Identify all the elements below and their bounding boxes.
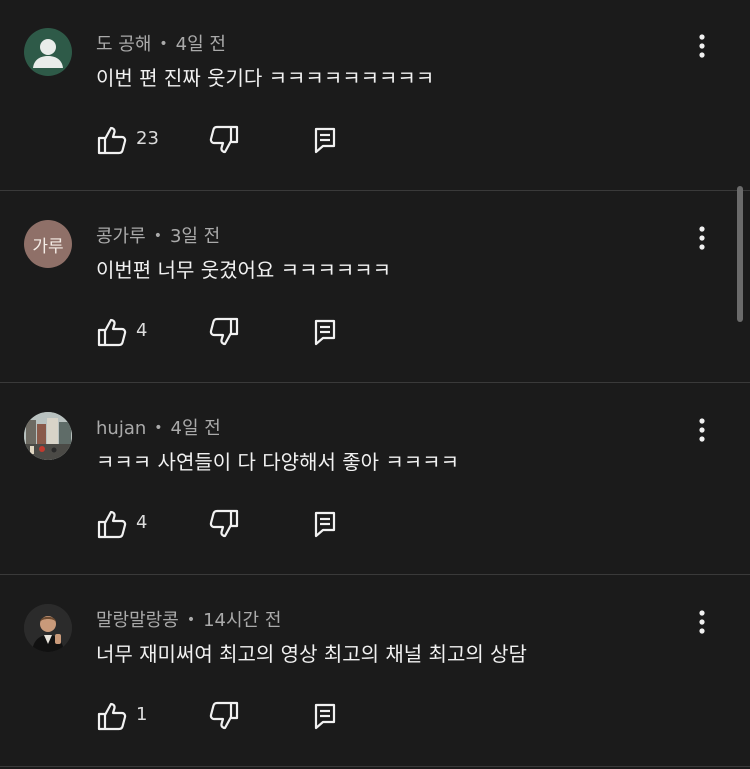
meta-separator: • — [154, 420, 163, 436]
more-options-button[interactable] — [690, 418, 714, 442]
avatar[interactable] — [24, 28, 72, 76]
like-count: 1 — [136, 704, 148, 725]
author-name[interactable]: hujan — [96, 418, 146, 439]
reply-button[interactable] — [312, 702, 338, 730]
dislike-button[interactable] — [208, 124, 240, 156]
like-button[interactable] — [96, 124, 128, 156]
avatar-initials: 가루 — [32, 236, 64, 257]
person-silhouette-icon — [33, 39, 63, 68]
more-options-button[interactable] — [690, 610, 714, 634]
reply-button[interactable] — [312, 510, 338, 538]
thumbs-up-icon — [97, 702, 127, 731]
comment-item: 도 공해 • 4일 전 이번 편 진짜 웃기다 ㅋㅋㅋㅋㅋㅋㅋㅋㅋ 23 — [0, 0, 750, 191]
meta-separator: • — [153, 228, 162, 244]
reply-icon — [314, 703, 336, 730]
reply-icon — [314, 127, 336, 154]
vertical-dots-icon — [699, 610, 705, 634]
scrollbar-thumb[interactable] — [737, 186, 743, 322]
like-count: 4 — [136, 320, 148, 341]
comment-time[interactable]: 3일 전 — [170, 226, 220, 247]
like-count: 4 — [136, 512, 148, 533]
dislike-button[interactable] — [208, 316, 240, 348]
thumbs-up-icon — [97, 318, 127, 347]
like-button[interactable] — [96, 316, 128, 348]
avatar[interactable]: 가루 — [24, 220, 72, 268]
author-name[interactable]: 콩가루 — [96, 226, 146, 247]
author-name[interactable]: 도 공해 — [96, 34, 151, 55]
comment-item: hujan • 4일 전 ㅋㅋㅋ 사연들이 다 다양해서 좋아 ㅋㅋㅋㅋ 4 — [0, 384, 750, 575]
more-options-button[interactable] — [690, 226, 714, 250]
person-photo-icon — [24, 604, 72, 652]
comment-item: 가루 콩가루 • 3일 전 이번편 너무 웃겼어요 ㅋㅋㅋㅋㅋㅋ 4 — [0, 192, 750, 383]
street-photo-icon — [24, 412, 72, 460]
comment-list: 도 공해 • 4일 전 이번 편 진짜 웃기다 ㅋㅋㅋㅋㅋㅋㅋㅋㅋ 23 가루 … — [0, 0, 750, 769]
thumbs-down-icon — [209, 317, 239, 346]
like-button[interactable] — [96, 700, 128, 732]
reply-icon — [314, 511, 336, 538]
vertical-dots-icon — [699, 34, 705, 58]
comment-time[interactable]: 4일 전 — [171, 418, 221, 439]
reply-button[interactable] — [312, 318, 338, 346]
avatar[interactable] — [24, 412, 72, 460]
vertical-dots-icon — [699, 418, 705, 442]
author-name[interactable]: 말랑말랑콩 — [96, 610, 179, 631]
like-count: 23 — [136, 128, 159, 149]
thumbs-down-icon — [209, 125, 239, 154]
meta-separator: • — [186, 612, 196, 628]
comment-time[interactable]: 14시간 전 — [203, 610, 281, 631]
comment-meta: 말랑말랑콩 • 14시간 전 — [96, 606, 281, 632]
like-button[interactable] — [96, 508, 128, 540]
reply-button[interactable] — [312, 126, 338, 154]
comment-text: 너무 재미써여 최고의 영상 최고의 채널 최고의 상담 — [96, 642, 527, 666]
meta-separator: • — [159, 36, 168, 52]
comment-meta: hujan • 4일 전 — [96, 414, 221, 440]
comment-text: ㅋㅋㅋ 사연들이 다 다양해서 좋아 ㅋㅋㅋㅋ — [96, 450, 459, 474]
comment-time[interactable]: 4일 전 — [176, 34, 226, 55]
comment-text: 이번편 너무 웃겼어요 ㅋㅋㅋㅋㅋㅋ — [96, 258, 392, 282]
avatar[interactable] — [24, 604, 72, 652]
reply-icon — [314, 319, 336, 346]
thumbs-up-icon — [97, 510, 127, 539]
comment-meta: 콩가루 • 3일 전 — [96, 222, 220, 248]
more-options-button[interactable] — [690, 34, 714, 58]
dislike-button[interactable] — [208, 508, 240, 540]
comment-text: 이번 편 진짜 웃기다 ㅋㅋㅋㅋㅋㅋㅋㅋㅋ — [96, 66, 435, 90]
comment-item: 말랑말랑콩 • 14시간 전 너무 재미써여 최고의 영상 최고의 채널 최고의 상… — [0, 576, 750, 767]
comment-meta: 도 공해 • 4일 전 — [96, 30, 226, 56]
vertical-dots-icon — [699, 226, 705, 250]
dislike-button[interactable] — [208, 700, 240, 732]
thumbs-up-icon — [97, 126, 127, 155]
thumbs-down-icon — [209, 701, 239, 730]
thumbs-down-icon — [209, 509, 239, 538]
